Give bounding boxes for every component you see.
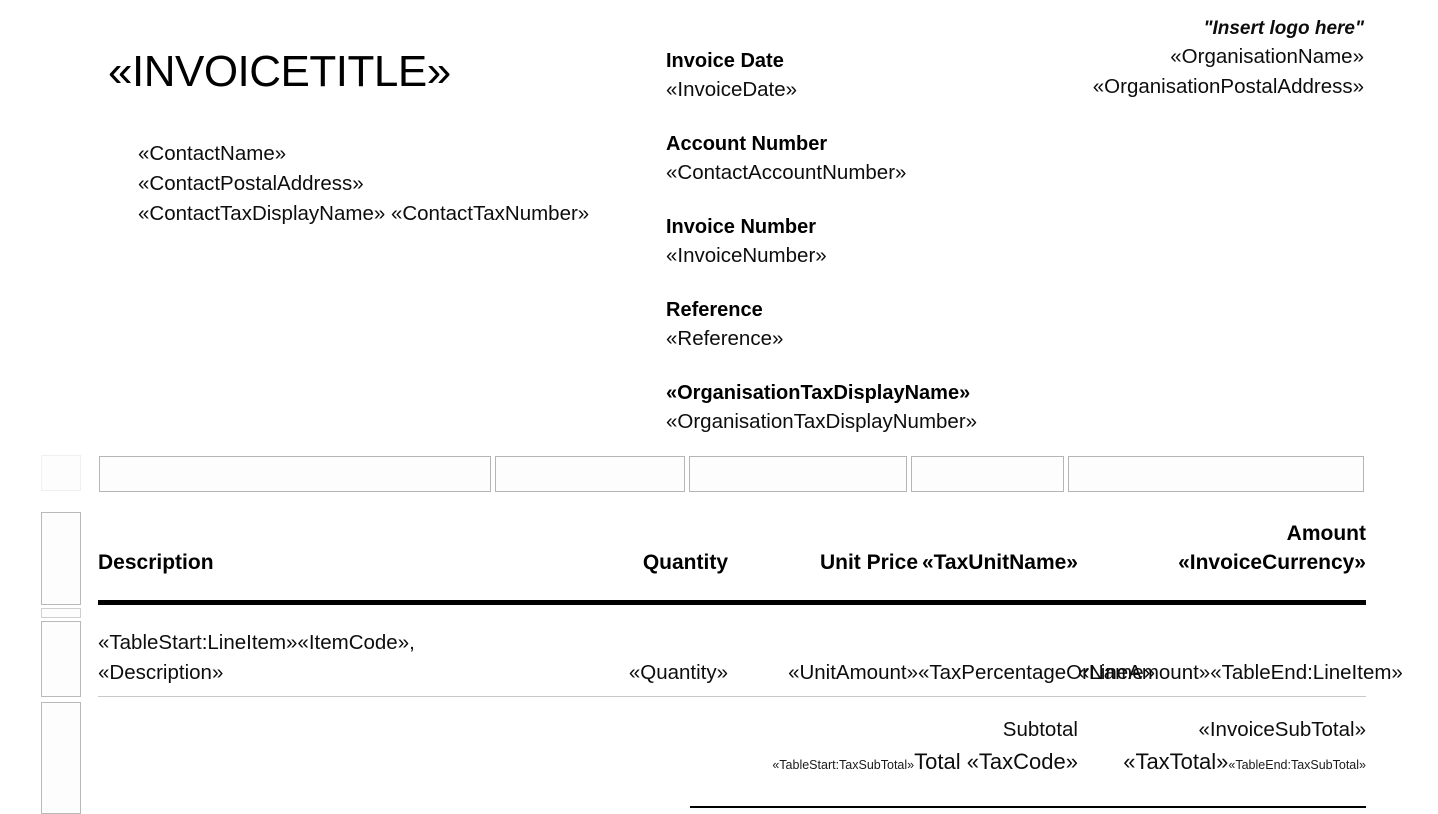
tax-total-value-cell: «TaxTotal»«TableEnd:TaxSubTotal» <box>1078 746 1366 781</box>
column-header-amount-line2: «InvoiceCurrency» <box>1178 551 1366 574</box>
account-number-value: «ContactAccountNumber» <box>666 161 907 184</box>
empty-field-amount[interactable] <box>1068 456 1364 492</box>
invoice-template-page: «INVOICETITLE» «ContactName» «ContactPos… <box>0 0 1438 814</box>
organisation-column: "Insert logo here" «OrganisationName» «O… <box>980 16 1364 102</box>
table-header-row: Description Quantity Unit Price «TaxUnit… <box>98 519 1366 577</box>
cell-description: «TableStart:LineItem»«ItemCode», «Descri… <box>98 628 558 688</box>
row-handle-totals[interactable] <box>41 702 81 814</box>
column-header-amount-line1: Amount <box>1286 522 1366 545</box>
invoice-number-value: «InvoiceNumber» <box>666 244 827 267</box>
totals-section: Subtotal «InvoiceSubTotal» «TableStart:T… <box>98 714 1366 781</box>
subtotal-spacer-b <box>558 714 728 746</box>
column-header-unit-price: Unit Price <box>819 551 918 574</box>
page-title: «INVOICETITLE» <box>108 47 451 96</box>
totals-bottom-rule <box>690 806 1366 808</box>
contact-postal-address: «ContactPostalAddress» <box>138 172 364 195</box>
cell-description-line2: «Description» <box>98 661 224 684</box>
subtotal-value: «InvoiceSubTotal» <box>1198 718 1366 741</box>
column-header-amount: Amount «InvoiceCurrency» <box>1078 519 1366 577</box>
tax-total-row: «TableStart:TaxSubTotal»Total «TaxCode» … <box>98 746 1366 781</box>
empty-field-description[interactable] <box>99 456 491 492</box>
empty-field-tax[interactable] <box>911 456 1064 492</box>
logo-placeholder: "Insert logo here" <box>1203 18 1364 39</box>
organisation-postal-address: «OrganisationPostalAddress» <box>1092 75 1364 98</box>
field-account-number: Account Number «ContactAccountNumber» <box>666 130 1056 187</box>
contact-name: «ContactName» <box>138 142 287 165</box>
header-rule <box>98 600 1366 605</box>
line-item-row: «TableStart:LineItem»«ItemCode», «Descri… <box>98 628 1403 688</box>
invoice-number-label: Invoice Number <box>666 216 817 238</box>
row-handle-fields[interactable] <box>41 455 81 491</box>
tax-total-label: Total «TaxCode» <box>914 749 1078 774</box>
empty-field-unit-price[interactable] <box>689 456 907 492</box>
contact-tax-line: «ContactTaxDisplayName» «ContactTaxNumbe… <box>138 202 590 225</box>
column-header-description: Description <box>98 551 214 574</box>
table-row: «TableStart:LineItem»«ItemCode», «Descri… <box>98 628 1403 688</box>
cell-tax: «TaxPercentageOrName» <box>918 661 1156 684</box>
subtotal-row: Subtotal «InvoiceSubTotal» <box>98 714 1366 746</box>
contact-block: «ContactName» «ContactPostalAddress» «Co… <box>138 139 589 229</box>
tax-total-value: «TaxTotal» <box>1123 749 1229 774</box>
line-items-header: Description Quantity Unit Price «TaxUnit… <box>98 519 1366 577</box>
tax-total-suffix: «TableEnd:TaxSubTotal» <box>1228 758 1366 772</box>
row-handle-divider[interactable] <box>41 608 81 618</box>
row-handle-lineitem[interactable] <box>41 621 81 697</box>
tax-total-spacer-a <box>98 746 558 781</box>
tax-total-spacer-b <box>558 746 728 781</box>
tax-total-label-cell: «TableStart:TaxSubTotal»Total «TaxCode» <box>728 746 1078 781</box>
cell-description-line1: «TableStart:LineItem»«ItemCode», <box>98 631 415 654</box>
field-reference: Reference «Reference» <box>666 296 1056 353</box>
empty-field-quantity[interactable] <box>495 456 685 492</box>
subtotal-spacer-a <box>98 714 558 746</box>
organisation-tax-label: «OrganisationTaxDisplayName» <box>666 382 971 404</box>
account-number-label: Account Number <box>666 133 828 155</box>
column-header-quantity: Quantity <box>642 551 728 574</box>
organisation-tax-value: «OrganisationTaxDisplayNumber» <box>666 410 978 433</box>
invoice-details-column: Invoice Date «InvoiceDate» Account Numbe… <box>666 47 1056 436</box>
reference-value: «Reference» <box>666 327 784 350</box>
organisation-name: «OrganisationName» <box>1170 45 1364 68</box>
row-handle-header[interactable] <box>41 512 81 605</box>
field-organisation-tax: «OrganisationTaxDisplayName» «Organisati… <box>666 379 1056 436</box>
cell-quantity: «Quantity» <box>628 661 728 684</box>
field-invoice-number: Invoice Number «InvoiceNumber» <box>666 213 1056 270</box>
cell-amount: «LineAmount»«TableEnd:LineItem» <box>1078 661 1403 684</box>
cell-unit-price: «UnitAmount» <box>788 661 918 684</box>
reference-label: Reference <box>666 299 763 321</box>
subtotal-label: Subtotal <box>1002 718 1078 741</box>
tax-total-prefix: «TableStart:TaxSubTotal» <box>772 758 915 772</box>
line-item-rule <box>98 696 1366 697</box>
column-header-tax: «TaxUnitName» <box>921 551 1078 574</box>
